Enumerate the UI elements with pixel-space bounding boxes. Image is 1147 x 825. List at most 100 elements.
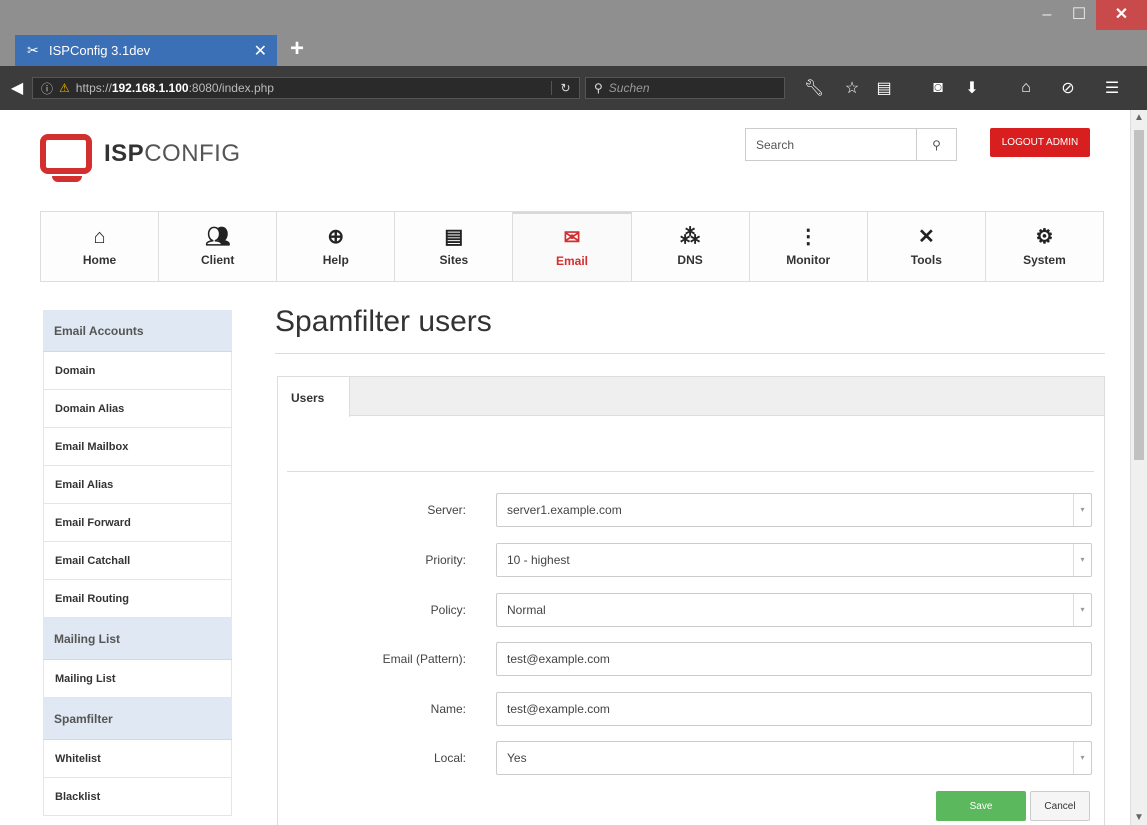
- minimize-button[interactable]: ‒: [1032, 0, 1062, 30]
- bookmark-star-icon[interactable]: ☆: [838, 66, 866, 110]
- sidebar-item-email-routing[interactable]: Email Routing: [43, 580, 232, 618]
- local-select[interactable]: Yes ▾: [496, 741, 1092, 775]
- ispconfig-logo[interactable]: ISPCONFIG: [40, 134, 241, 182]
- nav-label: Email: [555, 253, 588, 268]
- browser-search-placeholder: Suchen: [608, 81, 650, 95]
- policy-label: Policy:: [430, 603, 466, 617]
- search-icon: ⚲: [594, 81, 603, 95]
- nav-client[interactable]: 👥︎ Client: [159, 212, 278, 281]
- nav-tools[interactable]: ✕ Tools: [868, 212, 986, 281]
- nav-label: Client: [200, 252, 235, 267]
- search-button[interactable]: ⚲: [917, 128, 957, 161]
- main-nav: ⌂ Home 👥︎ Client ⊕ Help ▤ Sites ✉ Email ⁂ DNS …: [40, 211, 1104, 282]
- nav-label: Sites: [439, 252, 469, 267]
- monitor-logo-icon: [40, 134, 92, 182]
- save-button[interactable]: Save: [936, 791, 1026, 821]
- pocket-icon[interactable]: ◙: [924, 66, 952, 110]
- nav-system[interactable]: ⚙ System: [986, 212, 1103, 281]
- chevron-down-icon: ▾: [1073, 544, 1091, 576]
- sidebar-item-domain[interactable]: Domain: [43, 352, 232, 390]
- email-pattern-label: Email (Pattern):: [382, 652, 466, 666]
- sidebar-item-whitelist[interactable]: Whitelist: [43, 740, 232, 778]
- nav-help[interactable]: ⊕ Help: [277, 212, 396, 281]
- home-browser-icon[interactable]: ⌂: [1012, 66, 1040, 110]
- email-pattern-input[interactable]: test@example.com: [496, 642, 1092, 676]
- tab-title: ISPConfig 3.1dev: [49, 43, 151, 58]
- search-input[interactable]: Search: [745, 128, 917, 161]
- nav-email[interactable]: ✉ Email: [513, 212, 632, 281]
- page-title: Spamfilter users: [275, 305, 492, 338]
- browser-titlebar: ✂ ISPConfig 3.1dev ✕ + ‒ ☐ ✕: [0, 0, 1147, 66]
- browser-search-field[interactable]: ⚲ Suchen: [585, 77, 785, 99]
- nav-sites[interactable]: ▤ Sites: [395, 212, 514, 281]
- url-rest: :8080/index.php: [188, 81, 274, 95]
- sidebar: Email Accounts Domain Domain Alias Email…: [43, 310, 232, 816]
- policy-select[interactable]: Normal ▾: [496, 593, 1092, 627]
- divider: [275, 353, 1105, 354]
- field-priority: Priority: 10 - highest ▾: [278, 543, 1106, 577]
- page-scrollbar[interactable]: ▲ ▼: [1130, 110, 1147, 825]
- url-host: 192.168.1.100: [111, 81, 189, 95]
- home-icon: ⌂: [93, 225, 106, 248]
- server-select[interactable]: server1.example.com ▾: [496, 493, 1092, 527]
- nav-label: DNS: [677, 252, 703, 267]
- browser-tab[interactable]: ✂ ISPConfig 3.1dev ✕: [15, 35, 277, 66]
- traffic-light-icon: ⋮: [798, 225, 819, 248]
- field-name: Name: test@example.com: [278, 692, 1106, 726]
- gear-icon: ⚙: [1035, 225, 1054, 248]
- network-icon: ⁂: [680, 225, 701, 248]
- url-prefix: https://: [75, 81, 112, 95]
- tab-strip: Users: [278, 377, 1104, 417]
- sidebar-section-email-accounts: Email Accounts: [43, 310, 232, 352]
- sidebar-item-mailing-list[interactable]: Mailing List: [43, 660, 232, 698]
- field-email-pattern: Email (Pattern): test@example.com: [278, 642, 1106, 676]
- info-icon[interactable]: ⓘ: [41, 80, 53, 97]
- chevron-down-icon: ▾: [1073, 594, 1091, 626]
- menu-icon[interactable]: ☰: [1098, 66, 1126, 110]
- form-panel: Users Server: server1.example.com ▾ Prior…: [277, 376, 1105, 825]
- sidebar-item-email-mailbox[interactable]: Email Mailbox: [43, 428, 232, 466]
- nav-dns[interactable]: ⁂ DNS: [632, 212, 750, 281]
- chevron-down-icon: ▾: [1073, 742, 1091, 774]
- sidebar-item-email-forward[interactable]: Email Forward: [43, 504, 232, 542]
- field-server: Server: server1.example.com ▾: [278, 493, 1106, 527]
- sidebar-section-mailing-list: Mailing List: [43, 618, 232, 660]
- nav-home[interactable]: ⌂ Home: [41, 212, 160, 281]
- nav-label: Monitor: [786, 252, 831, 267]
- sidebar-item-domain-alias[interactable]: Domain Alias: [43, 390, 232, 428]
- nav-label: System: [1023, 252, 1066, 267]
- browser-navbar: ◀ ⓘ ⚠ https:// 192.168.1.100 :8080/index…: [0, 66, 1147, 110]
- local-label: Local:: [433, 751, 466, 765]
- sidebar-item-email-alias[interactable]: Email Alias: [43, 466, 232, 504]
- server-label: Server:: [427, 503, 466, 517]
- logout-button[interactable]: LOGOUT ADMIN: [990, 128, 1090, 157]
- scrollbar-thumb[interactable]: [1134, 130, 1144, 460]
- ispconfig-favicon-icon: ✂: [27, 42, 39, 58]
- nav-monitor[interactable]: ⋮ Monitor: [750, 212, 868, 281]
- wrench-icon[interactable]: 🔧︎: [800, 66, 828, 110]
- reload-icon[interactable]: ↻: [551, 81, 579, 95]
- tab-close-icon[interactable]: ✕: [254, 41, 267, 61]
- priority-select[interactable]: 10 - highest ▾: [496, 543, 1092, 577]
- sidebar-item-email-catchall[interactable]: Email Catchall: [43, 542, 232, 580]
- chevron-down-icon: ▾: [1073, 494, 1091, 526]
- sidebar-section-spamfilter: Spamfilter: [43, 698, 232, 740]
- scroll-up-icon[interactable]: ▲: [1134, 112, 1144, 123]
- back-icon[interactable]: ◀: [4, 66, 30, 110]
- new-tab-button[interactable]: +: [290, 36, 304, 62]
- scroll-down-icon[interactable]: ▼: [1134, 812, 1144, 823]
- tab-users[interactable]: Users: [278, 377, 350, 417]
- close-window-button[interactable]: ✕: [1096, 0, 1147, 30]
- nav-label: Help: [322, 252, 349, 267]
- maximize-button[interactable]: ☐: [1064, 0, 1094, 30]
- cancel-button[interactable]: Cancel: [1030, 791, 1090, 821]
- reading-list-icon[interactable]: ▤: [870, 66, 898, 110]
- address-bar[interactable]: ⓘ ⚠ https:// 192.168.1.100 :8080/index.p…: [32, 77, 580, 99]
- nav-label: Tools: [910, 252, 942, 267]
- download-icon[interactable]: ⬇: [958, 66, 986, 110]
- name-label: Name:: [430, 702, 466, 716]
- name-input[interactable]: test@example.com: [496, 692, 1092, 726]
- extension-icon[interactable]: ⊘: [1054, 66, 1082, 110]
- search-icon: ⚲: [932, 137, 941, 152]
- sidebar-item-blacklist[interactable]: Blacklist: [43, 778, 232, 816]
